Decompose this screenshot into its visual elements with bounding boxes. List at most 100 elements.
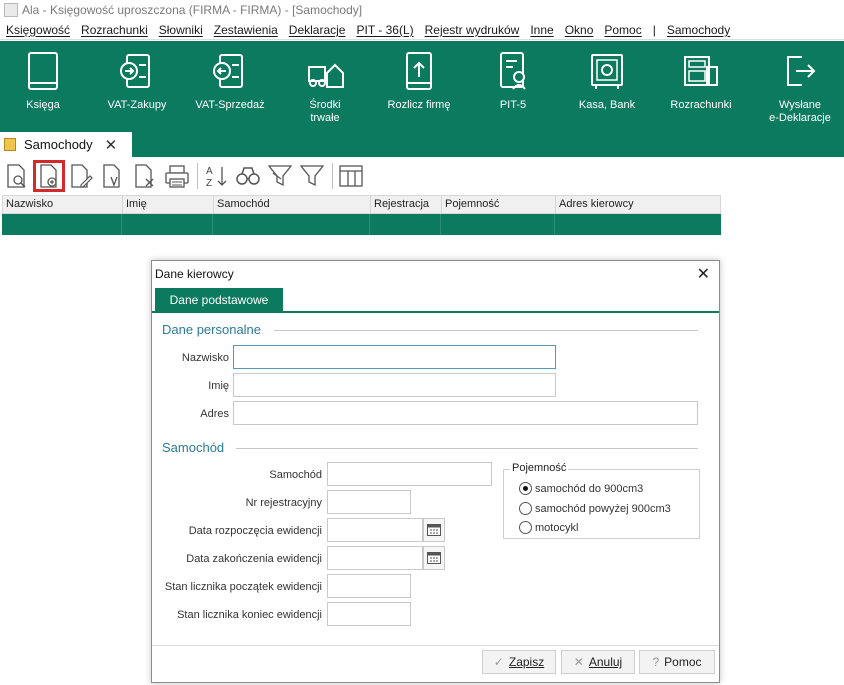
close-icon: ✕	[573, 655, 584, 669]
toolbar-separator-2	[332, 163, 333, 189]
filter-clear-icon	[299, 165, 325, 187]
sort-button[interactable]: AZ	[202, 162, 230, 190]
radio-selected[interactable]	[519, 482, 532, 495]
toolbar: AZ	[0, 158, 720, 194]
menu-rejestr-wydrukow[interactable]: Rejestr wydruków	[425, 23, 520, 37]
add-document-button[interactable]	[33, 160, 65, 192]
tab-samochody-label: Samochody	[24, 137, 93, 152]
columns-button[interactable]	[337, 162, 365, 190]
table-cell	[122, 214, 213, 235]
cancel-button[interactable]: ✕ Anuluj	[561, 650, 635, 674]
delete-document-button[interactable]	[131, 162, 159, 190]
label-car: Samochód	[269, 469, 322, 481]
save-button[interactable]: ✓ Zapisz	[482, 650, 556, 674]
radio-unselected[interactable]	[519, 521, 532, 534]
label-firstname: Imię	[208, 380, 229, 392]
ribbon-kasa-bank[interactable]: Kasa, Bank	[572, 41, 642, 130]
menu-slowniki[interactable]: Słowniki	[159, 23, 203, 37]
filter-button[interactable]	[266, 162, 294, 190]
window-title: Ala - Księgowość uproszczona (FIRMA - FI…	[22, 3, 363, 17]
menu-pomoc[interactable]: Pomoc	[604, 23, 641, 37]
label-surname: Nazwisko	[181, 352, 229, 364]
end-date-field[interactable]	[327, 546, 423, 570]
registration-field[interactable]	[327, 490, 411, 514]
ribbon-vat-sprzedaz[interactable]: VAT-Sprzedaż	[190, 41, 270, 130]
help-button[interactable]: ? Pomoc	[639, 650, 715, 674]
ribbon-ksiega[interactable]: Księga	[10, 41, 76, 130]
edit-document-button[interactable]	[67, 162, 95, 190]
safe-icon	[591, 54, 623, 89]
close-icon[interactable]: ✕	[697, 264, 710, 284]
surname-field[interactable]	[233, 345, 556, 369]
label-registration: Nr rejestracyjny	[245, 497, 322, 509]
odometer-end-field[interactable]	[327, 602, 411, 626]
menu-pit36[interactable]: PIT - 36(L)	[356, 23, 413, 37]
grid-header: Nazwisko Imię Samochód Rejestracja Pojem…	[2, 195, 721, 214]
ribbon-rozrachunki[interactable]: Rozrachunki	[664, 41, 738, 130]
find-icon	[236, 167, 260, 185]
menu-separator: |	[652, 22, 656, 37]
filter-clear-button[interactable]	[298, 162, 326, 190]
table-cell	[2, 214, 122, 235]
start-date-field[interactable]	[327, 518, 423, 542]
tab-dane-podstawowe[interactable]: Dane podstawowe	[155, 288, 283, 312]
add-document-icon	[40, 164, 57, 188]
document-tabstrip: Samochody ✕	[0, 130, 844, 157]
start-date-calendar-button[interactable]	[423, 518, 445, 542]
fixed-assets-icon	[308, 63, 344, 88]
ribbon-rozlicz-firme[interactable]: Rozlicz firmę	[380, 41, 458, 130]
menu-rozrachunki[interactable]: Rozrachunki	[81, 23, 148, 37]
ribbon-vat-zakupy[interactable]: VAT-Zakupy	[100, 41, 174, 130]
menu-ksiegowosc[interactable]: Księgowość	[6, 23, 70, 37]
table-cell	[555, 214, 719, 235]
app-icon	[4, 3, 18, 17]
odometer-start-field[interactable]	[327, 574, 411, 598]
section-car: Samochód	[162, 440, 225, 455]
calendar-icon	[427, 524, 441, 536]
capacity-radio-over-900[interactable]: samochód powyżej 900cm3	[519, 502, 671, 515]
document-icon	[4, 138, 16, 151]
verify-document-icon	[103, 164, 120, 188]
ribbon-pit5[interactable]: PIT-5	[478, 41, 548, 130]
column-imie[interactable]: Imię	[123, 196, 214, 213]
column-samochod[interactable]: Samochód	[214, 196, 371, 213]
column-adres-kierowcy[interactable]: Adres kierowcy	[556, 196, 720, 213]
print-button[interactable]	[163, 162, 191, 190]
settlements-icon	[684, 56, 718, 86]
address-field[interactable]	[233, 401, 698, 425]
menu-okno[interactable]: Okno	[565, 23, 594, 37]
label-odometer-end: Stan licznika koniec ewidencji	[177, 609, 322, 621]
capacity-radio-motorcycle[interactable]: motocykl	[519, 521, 578, 534]
preview-button[interactable]	[3, 162, 31, 190]
column-pojemnosc[interactable]: Pojemność	[442, 196, 556, 213]
menu-samochody[interactable]: Samochody	[667, 23, 730, 37]
svg-text:Z: Z	[206, 178, 212, 189]
label-start-date: Data rozpoczęcia ewidencji	[188, 525, 322, 537]
column-nazwisko[interactable]: Nazwisko	[3, 196, 123, 213]
menu-deklaracje[interactable]: Deklaracje	[289, 23, 346, 37]
checkmark-icon: ✓	[493, 655, 504, 669]
settle-company-icon	[406, 52, 432, 90]
section-divider	[236, 448, 698, 449]
filter-icon	[267, 165, 293, 187]
capacity-radio-900[interactable]: samochód do 900cm3	[519, 482, 643, 495]
window-titlebar: Ala - Księgowość uproszczona (FIRMA - FI…	[0, 0, 844, 20]
footer-divider	[152, 645, 719, 646]
sent-declarations-icon	[787, 56, 816, 86]
car-field[interactable]	[327, 462, 492, 486]
radio-unselected[interactable]	[519, 502, 532, 515]
table-row[interactable]	[2, 214, 721, 235]
find-button[interactable]	[234, 162, 262, 190]
pit5-icon	[500, 52, 526, 90]
preview-icon	[7, 164, 26, 188]
tab-close-icon[interactable]: ✕	[105, 136, 118, 154]
end-date-calendar-button[interactable]	[423, 546, 445, 570]
ribbon-wyslane-e-deklaracje[interactable]: Wysłane e-Deklaracje	[760, 41, 840, 130]
column-rejestracja[interactable]: Rejestracja	[371, 196, 442, 213]
menu-inne[interactable]: Inne	[530, 23, 553, 37]
verify-document-button[interactable]	[99, 162, 127, 190]
firstname-field[interactable]	[233, 373, 556, 397]
menu-zestawienia[interactable]: Zestawienia	[214, 23, 278, 37]
tab-samochody[interactable]: Samochody ✕	[0, 132, 132, 157]
ribbon-srodki-trwale[interactable]: Środki trwałe	[290, 41, 360, 130]
